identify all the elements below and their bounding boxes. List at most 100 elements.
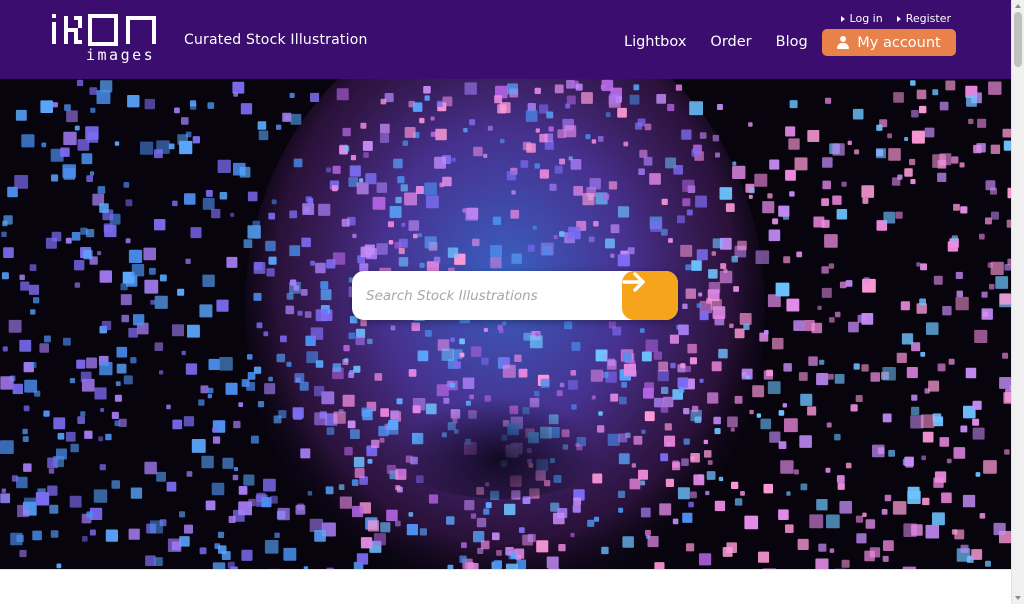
hero-cube <box>527 533 536 542</box>
search-submit-button[interactable] <box>622 271 678 320</box>
hero-cube <box>65 237 72 244</box>
hero-cube <box>473 146 483 157</box>
hero-cube <box>778 441 787 449</box>
hero-cube <box>999 293 1011 305</box>
hero-cube <box>870 372 880 382</box>
hero-cube <box>83 250 93 260</box>
hero-cube <box>205 190 213 197</box>
hero-cube <box>423 86 431 94</box>
hero-cube <box>86 175 93 182</box>
hero-cube <box>661 198 668 205</box>
hero-cube <box>693 474 705 486</box>
hero-cube <box>325 486 334 495</box>
hero-cube <box>352 233 357 239</box>
hero-cube <box>713 416 721 425</box>
nav-lightbox[interactable]: Lightbox <box>624 34 686 50</box>
hero-cube <box>650 220 662 232</box>
hero-cube <box>398 248 405 255</box>
hero-cube <box>681 129 692 140</box>
hero-cube <box>69 495 82 508</box>
hero-cube <box>277 507 290 521</box>
hero-cube <box>682 179 695 192</box>
hero-cube <box>649 173 661 185</box>
hero-cube <box>123 182 130 188</box>
hero-cube <box>411 322 420 331</box>
hero-cube <box>785 524 794 533</box>
hero-cube <box>796 251 803 258</box>
hero-cube <box>680 244 693 257</box>
login-link[interactable]: Log in <box>840 12 883 25</box>
hero-cube <box>285 305 295 315</box>
hero-cube <box>130 487 143 499</box>
hero-cube <box>266 268 275 277</box>
hero-cube <box>463 128 468 133</box>
hero-cube <box>638 168 645 175</box>
hero-cube <box>168 143 175 150</box>
hero-cube <box>707 392 719 404</box>
hero-cube <box>398 257 409 267</box>
hero-cube <box>767 193 773 199</box>
hero-cube <box>740 491 745 496</box>
hero-cube <box>404 192 417 206</box>
hero-cube <box>682 303 688 309</box>
scroll-up-icon[interactable] <box>1015 4 1021 8</box>
hero-cube <box>252 220 261 229</box>
hero-cube <box>243 239 253 248</box>
hero-cube <box>202 274 215 287</box>
hero-cube <box>687 343 697 354</box>
hero-cube <box>247 372 256 380</box>
hero-cube <box>695 195 707 208</box>
hero-cube <box>181 117 189 125</box>
hero-cube <box>985 560 991 567</box>
hero-cube <box>144 279 159 294</box>
hero-cube <box>793 469 799 475</box>
hero-cube <box>114 420 121 427</box>
hero-cube <box>350 429 360 439</box>
hero-cube <box>641 429 646 434</box>
hero-cube <box>883 540 894 551</box>
hero-cube <box>608 93 620 105</box>
hero-cube <box>461 542 467 549</box>
hero-cube <box>793 320 805 331</box>
hero-cube <box>22 428 28 435</box>
hero-cube <box>49 504 59 514</box>
hero-cube <box>581 92 593 104</box>
hero-cube <box>320 281 329 290</box>
ikon-images-logo[interactable]: images <box>48 14 160 64</box>
login-link-label: Log in <box>849 12 883 25</box>
nav-blog[interactable]: Blog <box>776 34 808 50</box>
hero-cube <box>979 513 986 519</box>
hero-cube <box>290 279 297 286</box>
hero-cube <box>638 469 648 480</box>
hero-cube <box>527 244 535 252</box>
hero-cube <box>593 221 599 227</box>
hero-cube <box>114 394 122 402</box>
hero-cube <box>841 181 847 187</box>
hero-cube <box>133 314 145 326</box>
hero-cube <box>570 159 582 170</box>
hero-cube <box>995 276 1009 289</box>
hero-cube <box>373 533 386 546</box>
vertical-scrollbar[interactable] <box>1011 0 1024 604</box>
my-account-button[interactable]: My account <box>822 29 956 56</box>
scroll-down-icon[interactable] <box>1015 596 1021 600</box>
hero-cube <box>480 540 490 550</box>
hero-cube <box>487 125 493 131</box>
hero-cube <box>719 187 733 200</box>
hero-cube <box>93 489 108 503</box>
register-link[interactable]: Register <box>896 12 951 25</box>
hero-cube <box>459 555 467 563</box>
nav-order[interactable]: Order <box>710 34 751 50</box>
scroll-thumb[interactable] <box>1014 12 1022 67</box>
hero-cube <box>149 520 163 534</box>
hero-cube <box>60 147 70 157</box>
hero-cube <box>238 402 244 407</box>
hero-cube <box>785 169 796 181</box>
search-input[interactable] <box>352 271 622 320</box>
hero-cube <box>413 233 418 239</box>
hero-cube <box>350 155 357 161</box>
hero-cube <box>667 103 675 112</box>
hero-cube <box>8 319 22 333</box>
hero-cube <box>945 80 956 91</box>
hero-cube <box>852 108 864 120</box>
